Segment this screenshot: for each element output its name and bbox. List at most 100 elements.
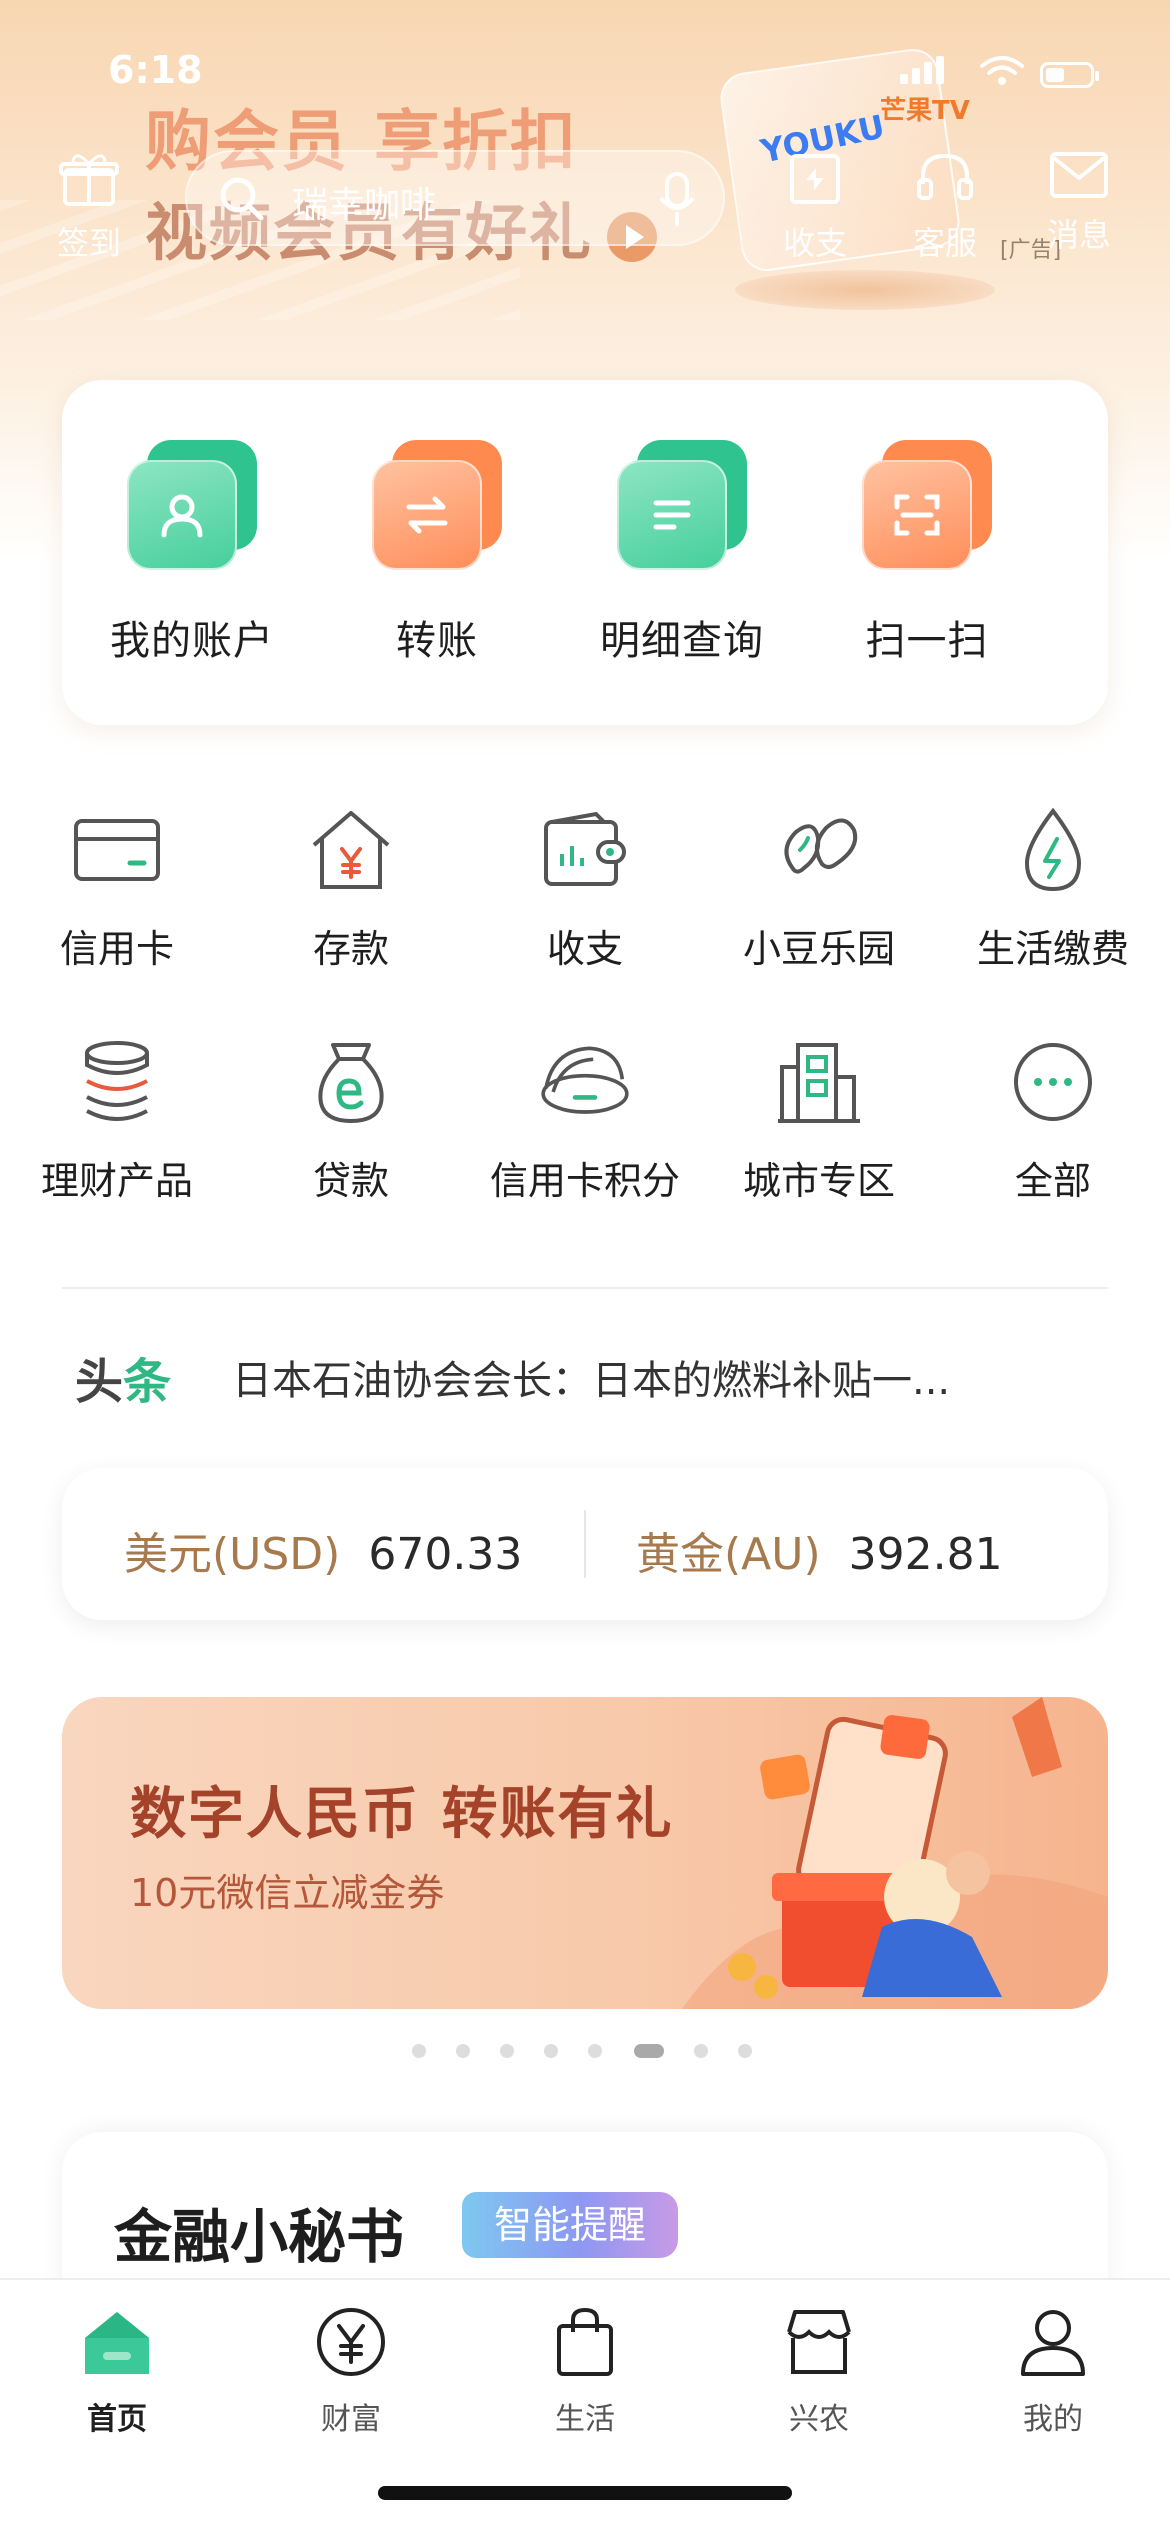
service-credit-card[interactable]: 信用卡 [0,800,234,973]
coins-stack-icon [67,1032,167,1132]
carousel-dot [456,2044,470,2058]
messages-label: 消息 [1046,216,1111,254]
signal-bar [912,68,920,84]
headline-tag-part2: 条 [123,1354,172,1410]
quick-action-label: 我的账户 [110,618,274,664]
service-city-zone[interactable]: 城市专区 [702,1032,936,1205]
carousel-dot [588,2044,602,2058]
service-label: 信用卡 [59,927,174,971]
signal-bar [936,56,944,84]
quick-action-label: 扫一扫 [865,618,989,664]
promo-illustration [682,1697,1108,2009]
carousel-dot [500,2044,514,2058]
tab-life[interactable]: 生活 [468,2302,702,2438]
service-bean-park[interactable]: 小豆乐园 [702,800,936,973]
store-icon [787,2310,851,2374]
service-income-expense[interactable]: 收支 [468,800,702,973]
service-label: 贷款 [312,1159,389,1203]
service-label: 小豆乐园 [742,927,895,971]
rate-name: 黄金(AU) [636,1529,821,1580]
carousel-dot [738,2044,752,2058]
scan-ledger-button[interactable]: 收支 [760,150,870,264]
checkin-button[interactable]: 签到 [34,150,144,264]
tab-label: 财富 [321,2402,381,2437]
details-icon [617,440,747,570]
service-label: 全部 [1014,1159,1091,1203]
tab-label: 我的 [1023,2402,1083,2437]
service-label: 存款 [312,927,389,971]
signal-bar [924,62,932,84]
card-points-icon [535,1032,635,1132]
promo-banner[interactable]: 数字人民币 转账有礼 10元微信立减金券 [62,1697,1108,2009]
service-deposit[interactable]: 存款 [234,800,468,973]
tab-label: 首页 [87,2402,147,2437]
mango-tv-logo: 芒果TV [880,96,970,126]
carousel-dot [412,2044,426,2058]
rates-card: 美元(USD) 670.33 黄金(AU) 392.81 [62,1468,1108,1620]
gift-icon [59,154,119,206]
service-label: 理财产品 [40,1159,193,1203]
beans-icon [769,800,869,900]
section-divider [62,1287,1108,1289]
utility-drop-icon [1003,800,1103,900]
shopping-bag-icon [557,2307,613,2376]
status-icons [900,52,1120,92]
mail-icon [1050,152,1108,198]
rate-value: 670.33 [368,1529,523,1580]
tab-mine[interactable]: 我的 [936,2302,1170,2438]
service-utilities[interactable]: 生活缴费 [936,800,1170,973]
receipt-icon [790,154,840,204]
service-card-points[interactable]: 信用卡积分 [468,1032,702,1205]
tab-home[interactable]: 首页 [0,2302,234,2438]
service-wealth-products[interactable]: 理财产品 [0,1032,234,1205]
service-label: 收支 [546,927,623,971]
tab-wealth[interactable]: 财富 [234,2302,468,2438]
status-time: 6:18 [108,48,203,92]
service-label: 城市专区 [742,1159,895,1203]
credit-card-icon [67,800,167,900]
service-label: 生活缴费 [976,927,1129,971]
customer-service-label: 客服 [912,224,977,262]
secretary-title: 金融小秘书 [114,2203,405,2271]
battery-icon [1040,62,1099,88]
home-icon [85,2312,149,2374]
search-input[interactable]: 瑞幸咖啡 [185,150,725,246]
smart-reminder-badge[interactable]: 智能提醒 [462,2192,679,2258]
quick-action-scan[interactable]: 扫一扫 [817,440,1037,666]
tab-agriculture[interactable]: 兴农 [702,2302,936,2438]
carousel-dot-active [634,2044,664,2058]
transfer-icon [372,440,502,570]
tab-label: 生活 [555,2402,615,2437]
quick-action-label: 明细查询 [600,618,764,664]
headline-news-link[interactable]: 日本石油协会会长：日本的燃料补贴一... [232,1348,1092,1406]
tab-label: 兴农 [789,2402,849,2437]
search-placeholder: 瑞幸咖啡 [292,185,437,226]
home-indicator[interactable] [378,2486,792,2500]
quick-action-my-account[interactable]: 我的账户 [82,440,302,666]
quick-action-transfer[interactable]: 转账 [327,440,547,666]
rate-divider [584,1510,586,1578]
service-all[interactable]: 全部 [936,1032,1170,1205]
wallet-icon [535,800,635,900]
headline-tag-part1: 头 [75,1354,124,1410]
rate-value: 392.81 [848,1529,1003,1580]
quick-action-details[interactable]: 明细查询 [572,440,792,666]
promo-title: 数字人民币 转账有礼 [130,1782,674,1847]
scan-ledger-label: 收支 [782,224,847,262]
headline-tag: 头条 [75,1342,171,1412]
messages-button[interactable]: 消息 [1024,150,1134,256]
service-label: 信用卡积分 [489,1159,680,1203]
user-icon [127,440,257,570]
quick-actions-card: 我的账户 转账 明细查询 扫一扫 [62,380,1108,725]
customer-service-button[interactable]: 客服 [890,150,1000,264]
yuan-icon [317,2308,385,2376]
rate-gold[interactable]: 黄金(AU) 392.81 [636,1518,1003,1582]
microphone-icon[interactable] [657,170,697,230]
deposit-house-icon [301,800,401,900]
loan-bag-icon [301,1032,401,1132]
rate-usd[interactable]: 美元(USD) 670.33 [124,1518,522,1582]
rate-name: 美元(USD) [124,1529,341,1580]
search-icon [220,177,264,221]
city-building-icon [769,1032,869,1132]
service-loan[interactable]: 贷款 [234,1032,468,1205]
